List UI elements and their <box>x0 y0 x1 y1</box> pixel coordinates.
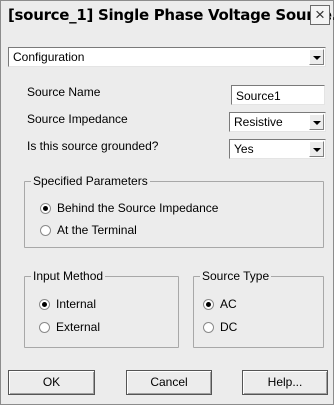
source-type-group: Source Type <box>193 269 324 348</box>
radio-at-terminal[interactable]: At the Terminal <box>40 223 137 237</box>
radio-unselected-icon <box>39 321 50 333</box>
close-button[interactable]: × <box>310 5 330 25</box>
source-impedance-label: Source Impedance <box>27 112 128 126</box>
source-impedance-dropdown[interactable]: Resistive <box>229 112 326 132</box>
radio-unselected-icon <box>40 224 51 236</box>
radio-unselected-icon <box>203 321 214 333</box>
radio-selected-icon <box>39 298 50 310</box>
radio-label: Internal <box>56 297 97 311</box>
radio-label: Behind the Source Impedance <box>57 201 219 215</box>
radio-dc[interactable]: DC <box>203 320 237 334</box>
input-method-title: Input Method <box>31 269 106 283</box>
radio-label: External <box>56 320 101 334</box>
title-bar: [source_1] Single Phase Voltage Source..… <box>1 1 334 31</box>
cancel-button[interactable]: Cancel <box>126 370 212 395</box>
radio-behind-source-impedance[interactable]: Behind the Source Impedance <box>40 201 218 215</box>
radio-selected-icon <box>203 298 214 310</box>
chevron-down-icon[interactable] <box>309 114 324 130</box>
source-name-value: Source1 <box>236 89 281 103</box>
source-impedance-value: Resistive <box>234 115 283 129</box>
grounded-dropdown[interactable]: Yes <box>229 139 326 159</box>
radio-internal[interactable]: Internal <box>39 297 96 311</box>
ok-button[interactable]: OK <box>8 370 95 395</box>
close-icon: × <box>315 5 325 24</box>
category-dropdown[interactable]: Configuration <box>8 47 326 67</box>
help-button[interactable]: Help... <box>242 370 328 395</box>
radio-external[interactable]: External <box>39 320 100 334</box>
grounded-label: Is this source grounded? <box>27 139 159 153</box>
chevron-down-icon[interactable] <box>309 49 324 65</box>
source-name-input[interactable]: Source1 <box>231 85 325 105</box>
radio-ac[interactable]: AC <box>203 297 237 311</box>
chevron-down-icon[interactable] <box>309 141 324 157</box>
radio-label: At the Terminal <box>57 223 137 237</box>
radio-selected-icon <box>40 202 51 214</box>
category-dropdown-value: Configuration <box>13 50 85 64</box>
source-type-title: Source Type <box>200 269 272 283</box>
dialog-title: [source_1] Single Phase Voltage Source..… <box>8 6 334 24</box>
grounded-value: Yes <box>234 142 254 156</box>
radio-label: AC <box>220 297 237 311</box>
specified-parameters-title: Specified Parameters <box>31 174 150 188</box>
source-name-label: Source Name <box>27 85 101 99</box>
input-method-group: Input Method <box>24 269 179 348</box>
dialog-window: [source_1] Single Phase Voltage Source..… <box>0 0 334 405</box>
radio-label: DC <box>220 320 238 334</box>
